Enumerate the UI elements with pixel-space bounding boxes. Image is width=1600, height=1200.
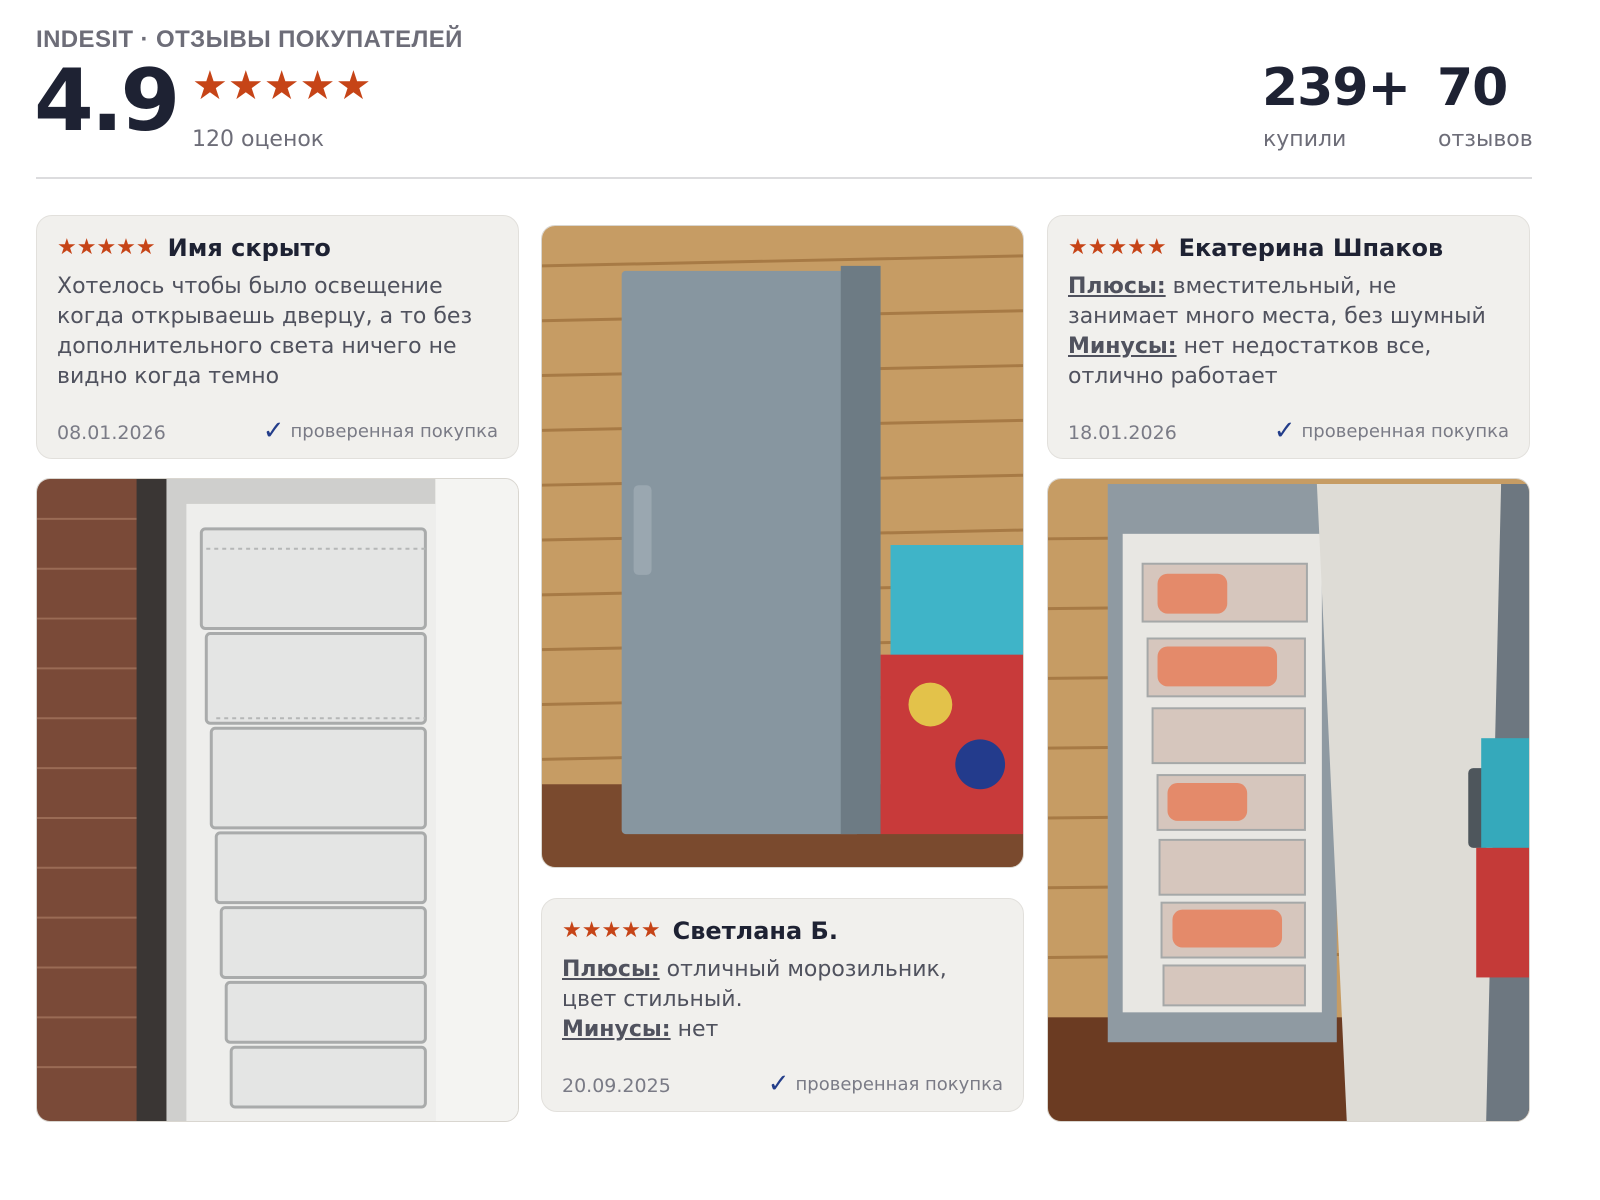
- checkmark-icon: ✓: [262, 416, 285, 446]
- reviews-label: отзывов: [1438, 127, 1533, 152]
- cons-text: нет: [670, 1017, 719, 1042]
- brand-title: INDESIT · ОТЗЫВЫ ПОКУПАТЕЛЕЙ: [36, 26, 463, 53]
- pros-label: Плюсы:: [1068, 274, 1166, 299]
- review-stars-icon: ★★★★★: [562, 918, 661, 943]
- review-card[interactable]: ★★★★★ Имя скрыто Хотелось чтобы было осв…: [36, 215, 519, 459]
- verified-label: проверенная покупка: [795, 1073, 1003, 1095]
- review-date: 08.01.2026: [57, 422, 166, 444]
- cons-label: Минусы:: [562, 1017, 671, 1042]
- verified-purchase-badge: ✓ проверенная покупка: [1274, 418, 1509, 444]
- review-card[interactable]: ★★★★★ Екатерина Шпаков Плюсы: вместитель…: [1047, 215, 1530, 459]
- review-stars-icon: ★★★★★: [57, 235, 156, 260]
- ratings-count: 120 оценок: [192, 127, 325, 152]
- review-text: Плюсы: отличный морозильник, цвет стильн…: [562, 955, 1005, 1045]
- review-date: 20.09.2025: [562, 1075, 671, 1097]
- cons-label: Минусы:: [1068, 334, 1177, 359]
- review-author: Имя скрыто: [167, 234, 331, 262]
- purchased-label: купили: [1263, 127, 1347, 152]
- review-text: Плюсы: вместительный, не занимает много …: [1068, 272, 1511, 392]
- review-author: Екатерина Шпаков: [1178, 234, 1444, 262]
- checkmark-icon: ✓: [1273, 416, 1296, 446]
- header-divider: [36, 177, 1532, 179]
- reviews-count: 70: [1437, 58, 1508, 118]
- average-rating: 4.9: [34, 51, 180, 151]
- checkmark-icon: ✓: [767, 1069, 790, 1099]
- review-card[interactable]: ★★★★★ Светлана Б. Плюсы: отличный морози…: [541, 898, 1024, 1112]
- rating-stars-icon: ★★★★★: [192, 63, 372, 109]
- pros-label: Плюсы:: [562, 957, 660, 982]
- review-date: 18.01.2026: [1068, 422, 1177, 444]
- review-text: Хотелось чтобы было освещение когда откр…: [57, 274, 473, 389]
- review-author: Светлана Б.: [672, 917, 838, 945]
- verified-label: проверенная покупка: [290, 420, 498, 442]
- verified-purchase-badge: ✓ проверенная покупка: [263, 418, 498, 444]
- verified-purchase-badge: ✓ проверенная покупка: [768, 1071, 1003, 1097]
- purchased-count: 239+: [1262, 58, 1411, 118]
- verified-label: проверенная покупка: [1301, 420, 1509, 442]
- review-photo-filled-freezer[interactable]: [1047, 478, 1530, 1122]
- review-photo-open-freezer-drawers[interactable]: [36, 478, 519, 1122]
- review-stars-icon: ★★★★★: [1068, 235, 1167, 260]
- review-photo-closed-freezer[interactable]: [541, 225, 1024, 868]
